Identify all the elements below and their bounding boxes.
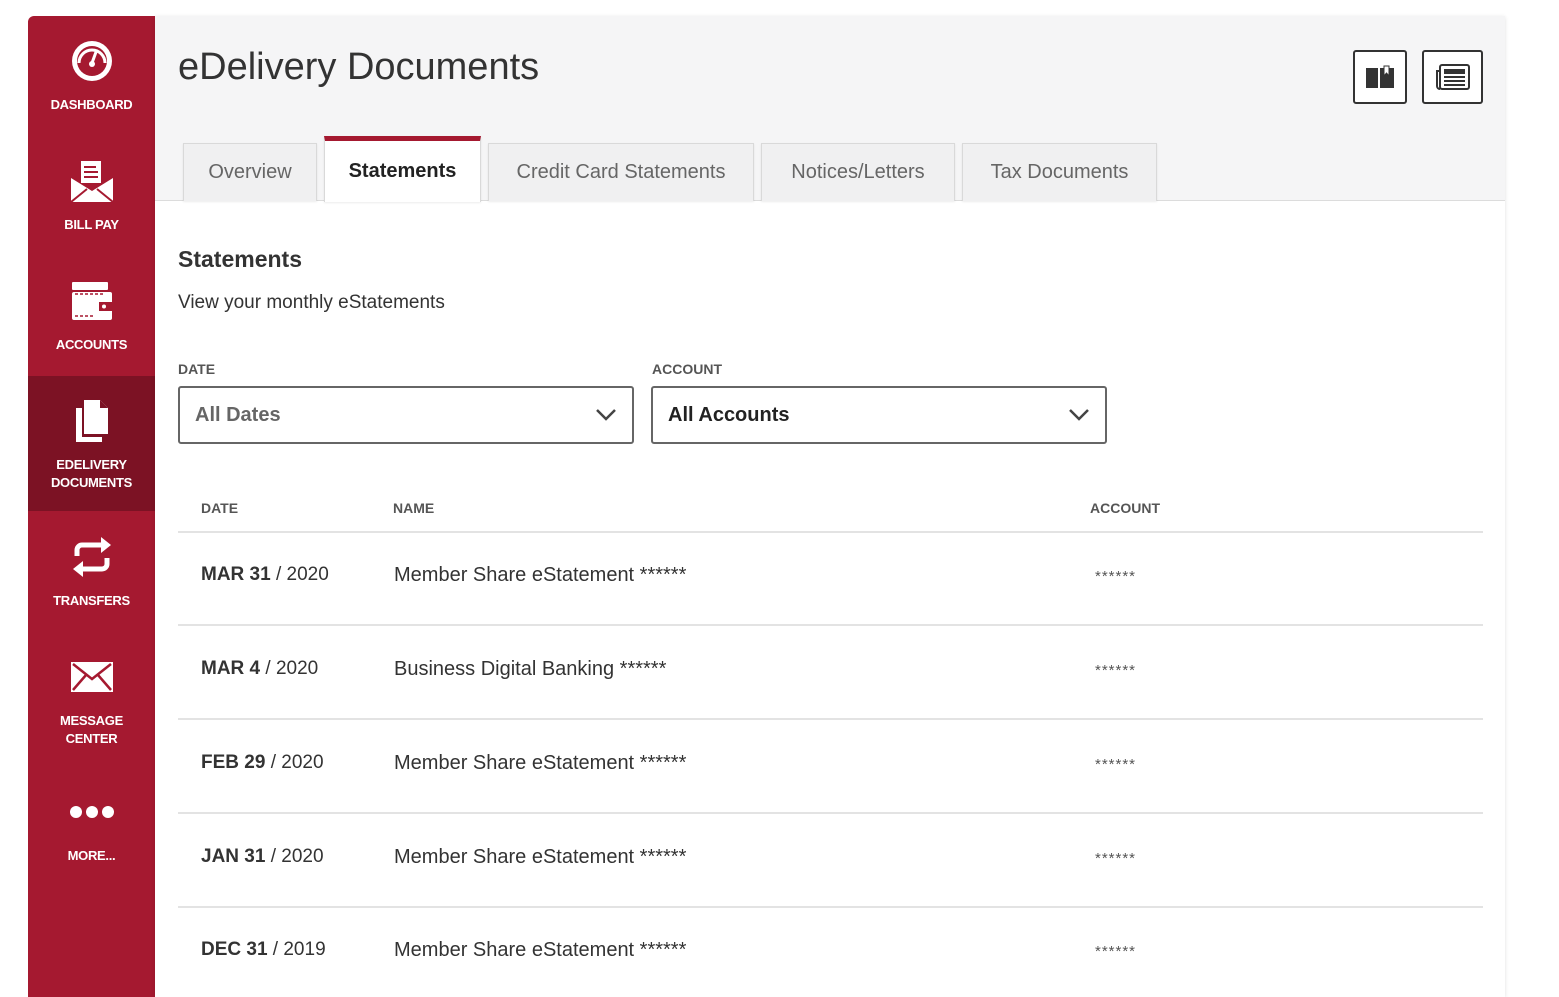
row-date: JAN 31 / 2020 (201, 846, 324, 867)
guide-button[interactable] (1353, 50, 1407, 104)
account-filter-select[interactable]: All Accounts (651, 386, 1107, 444)
chevron-down-icon (596, 409, 616, 421)
sidebar: DASHBOARD BILL PAY ACCOUNTS EDELIVERY DO… (28, 16, 155, 997)
column-header-date[interactable]: DATE (201, 500, 238, 516)
row-date: MAR 4 / 2020 (201, 658, 319, 679)
more-icon (69, 789, 115, 835)
transfers-icon (69, 534, 115, 580)
sidebar-label: EDELIVERY DOCUMENTS (50, 457, 133, 490)
row-account: ****** (1095, 756, 1137, 773)
row-date: DEC 31 / 2019 (201, 939, 326, 960)
newspaper-icon (1435, 64, 1470, 90)
row-name[interactable]: Business Digital Banking ****** (394, 658, 666, 681)
sidebar-item-transfers[interactable]: TRANSFERS (28, 534, 155, 610)
sidebar-item-bill-pay[interactable]: BILL PAY (28, 158, 155, 234)
card-header: eDelivery Documents Overview Statements … (155, 16, 1505, 202)
tab-statements[interactable]: Statements (324, 136, 481, 202)
page-title: eDelivery Documents (178, 46, 540, 88)
sidebar-item-edelivery-documents[interactable]: EDELIVERY DOCUMENTS (28, 376, 155, 511)
news-button[interactable] (1422, 50, 1483, 104)
table-row[interactable]: DEC 31 / 2019 Member Share eStatement **… (178, 907, 1483, 997)
sidebar-label: DASHBOARD (50, 97, 133, 112)
main-card: eDelivery Documents Overview Statements … (155, 16, 1505, 997)
tab-tax-documents[interactable]: Tax Documents (962, 143, 1157, 201)
date-filter-label: DATE (178, 361, 216, 377)
row-name[interactable]: Member Share eStatement ****** (394, 846, 686, 869)
table-row[interactable]: JAN 31 / 2020 Member Share eStatement **… (178, 814, 1483, 908)
row-date: MAR 31 / 2020 (201, 564, 329, 585)
column-header-account[interactable]: ACCOUNT (1090, 500, 1160, 516)
sidebar-item-dashboard[interactable]: DASHBOARD (28, 38, 155, 114)
row-name[interactable]: Member Share eStatement ****** (394, 752, 686, 775)
sidebar-label: TRANSFERS (53, 593, 130, 608)
table-row[interactable]: MAR 4 / 2020 Business Digital Banking **… (178, 626, 1483, 720)
row-account: ****** (1095, 943, 1137, 960)
book-icon (1366, 65, 1394, 88)
row-account: ****** (1095, 568, 1137, 585)
account-filter-label: ACCOUNT (652, 361, 722, 377)
table-row[interactable]: MAR 31 / 2020 Member Share eStatement **… (178, 532, 1483, 626)
sidebar-label: MESSAGE CENTER (60, 713, 123, 746)
sidebar-label: BILL PAY (64, 217, 119, 232)
tab-credit-card-statements[interactable]: Credit Card Statements (488, 143, 754, 201)
column-header-name[interactable]: NAME (393, 500, 434, 516)
row-account: ****** (1095, 850, 1137, 867)
tab-overview[interactable]: Overview (183, 143, 317, 201)
dashboard-icon (69, 38, 115, 84)
account-filter-value: All Accounts (668, 403, 790, 426)
sidebar-item-accounts[interactable]: ACCOUNTS (28, 278, 155, 354)
bill-pay-icon (69, 158, 115, 204)
row-account: ****** (1095, 662, 1137, 679)
date-filter-value: All Dates (195, 403, 281, 426)
envelope-icon (69, 654, 115, 700)
sidebar-item-more[interactable]: MORE... (28, 789, 155, 865)
chevron-down-icon (1069, 409, 1089, 421)
sidebar-label: ACCOUNTS (55, 337, 128, 352)
date-filter-select[interactable]: All Dates (178, 386, 634, 444)
table-row[interactable]: FEB 29 / 2020 Member Share eStatement **… (178, 720, 1483, 814)
documents-icon (69, 398, 115, 444)
accounts-icon (69, 278, 115, 324)
sidebar-label: MORE... (67, 848, 116, 863)
section-title: Statements (178, 246, 302, 272)
section-subtitle: View your monthly eStatements (178, 292, 445, 313)
row-name[interactable]: Member Share eStatement ****** (394, 564, 686, 587)
sidebar-item-message-center[interactable]: MESSAGE CENTER (28, 654, 155, 748)
row-name[interactable]: Member Share eStatement ****** (394, 939, 686, 962)
row-date: FEB 29 / 2020 (201, 752, 324, 773)
tab-notices-letters[interactable]: Notices/Letters (761, 143, 955, 201)
